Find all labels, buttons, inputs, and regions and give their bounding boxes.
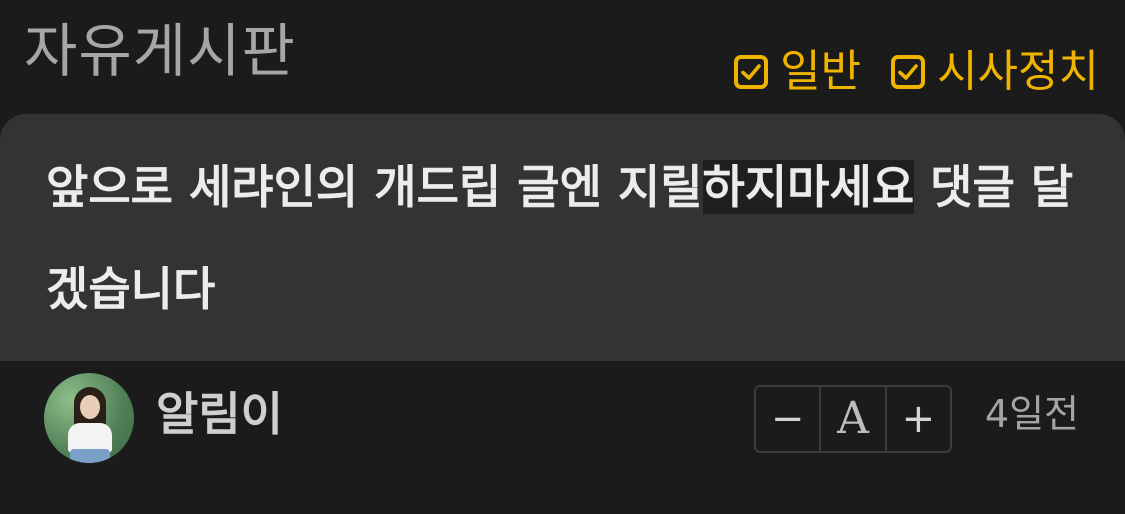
post-title: 앞으로 세랴인의 개드립 글엔 지릴하지마세요 댓글 달겠습니다: [46, 136, 1096, 340]
filter-general[interactable]: 일반: [734, 50, 861, 94]
avatar-skirt: [70, 449, 110, 463]
font-increase-button[interactable]: +: [884, 387, 950, 451]
board-title: 자유게시판: [24, 17, 296, 85]
filter-label-politics: 시사정치: [937, 46, 1099, 97]
post-card: 앞으로 세랴인의 개드립 글엔 지릴하지마세요 댓글 달겠습니다: [0, 114, 1125, 361]
page: 자유게시판 일반 시사정치 앞으로 세랴인의 개드립 글엔 지릴하지마세요 댓글…: [0, 0, 1125, 514]
checkbox-checked-icon[interactable]: [891, 55, 926, 89]
author-row: 알림이 − A + 4일전: [0, 361, 1125, 514]
avatar[interactable]: [44, 373, 134, 463]
post-title-highlight: 하지마세요: [702, 160, 915, 214]
checkmark-icon: [741, 64, 761, 80]
category-filters: 일반 시사정치: [734, 50, 1099, 94]
filter-politics[interactable]: 시사정치: [891, 50, 1099, 94]
author-name[interactable]: 알림이: [156, 391, 283, 437]
board-header: 자유게시판 일반 시사정치: [0, 0, 1125, 120]
checkbox-checked-icon[interactable]: [734, 55, 769, 89]
post-timestamp: 4일전: [984, 392, 1079, 436]
post-title-text: 앞으로 세랴인의 개드립 글엔 지릴: [46, 160, 703, 214]
checkmark-icon: [898, 64, 918, 80]
font-style-button[interactable]: A: [819, 387, 884, 451]
font-size-controls: − A +: [754, 385, 952, 453]
filter-label-general: 일반: [780, 46, 862, 97]
font-decrease-button[interactable]: −: [756, 387, 819, 451]
avatar-face: [80, 395, 100, 419]
